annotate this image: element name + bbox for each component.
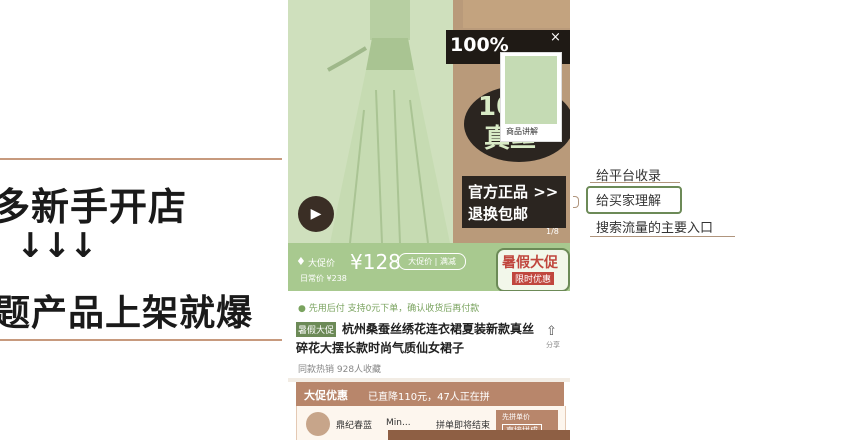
annotation-bracket: [573, 196, 579, 208]
slide-title-line2: 题产品上架就爆: [0, 293, 254, 334]
image-counter: 1/8: [546, 227, 559, 236]
regular-price: 日常价 ¥238: [300, 274, 347, 283]
product-page: 100% 10 真丝 商品讲解 × 官方正品 >> 退换包邮 ▶ 1/8 ♦ 大…: [288, 0, 570, 440]
annotation-underline-3: [590, 236, 735, 237]
summer-sale-title: 暑假大促: [502, 255, 558, 271]
divider-bottom: [0, 339, 282, 341]
product-title-line1: 杭州桑蚕丝绣花连衣裙夏装新款真丝: [342, 322, 535, 336]
shop-name: 鼎纪春蓝: [336, 421, 373, 431]
price-tag-icon: ♦: [296, 255, 306, 268]
close-icon[interactable]: ×: [550, 30, 561, 45]
hero-top-right-panel: [463, 0, 570, 28]
pay-later-row[interactable]: ● 先用后付 支持0元下单，确认收货后再付款: [298, 301, 479, 314]
share-icon[interactable]: ⇧: [546, 324, 557, 339]
sale-tag: 暑假大促: [296, 322, 337, 337]
share-label[interactable]: 分享: [546, 340, 560, 350]
divider-top: [0, 158, 282, 160]
slide-title-line1: 多新手开店: [0, 185, 188, 229]
hot-sales-row: 同款热销 928人收藏: [298, 365, 382, 375]
annotation-underline-1: [590, 182, 680, 183]
product-hero-image[interactable]: 100% 10 真丝 商品讲解 × 官方正品 >> 退换包邮 ▶ 1/8: [288, 0, 570, 243]
annotation-search: 搜索流量的主要入口: [596, 221, 714, 236]
price-tag-badge: 大促价 | 满减: [398, 253, 466, 270]
promo-strip-sub: 已直降110元，47人正在拼: [368, 392, 490, 403]
explain-thumbnail[interactable]: [505, 56, 557, 124]
price-value: ¥128: [350, 250, 401, 274]
annotation-buyer: 给买家理解: [596, 194, 662, 209]
shop-avatar: [306, 412, 330, 436]
join-group-top: 先拼单价: [502, 413, 530, 421]
explain-label: 商品讲解: [506, 127, 538, 136]
promo-line2: 退换包邮: [468, 205, 529, 223]
shop-min: Min...: [386, 418, 411, 428]
promo-strip-title: 大促优惠: [304, 389, 348, 402]
play-icon[interactable]: ▶: [298, 196, 334, 232]
summer-sale-sub: 限时优惠: [512, 272, 555, 285]
down-arrows: ↓↓↓: [16, 226, 97, 266]
price-label: 大促价: [308, 259, 336, 269]
bottom-overlay: [388, 430, 570, 440]
promo-line1: 官方正品 >>: [468, 183, 559, 201]
product-title-line2: 碎花大摆长款时尚气质仙女裙子: [296, 341, 465, 355]
